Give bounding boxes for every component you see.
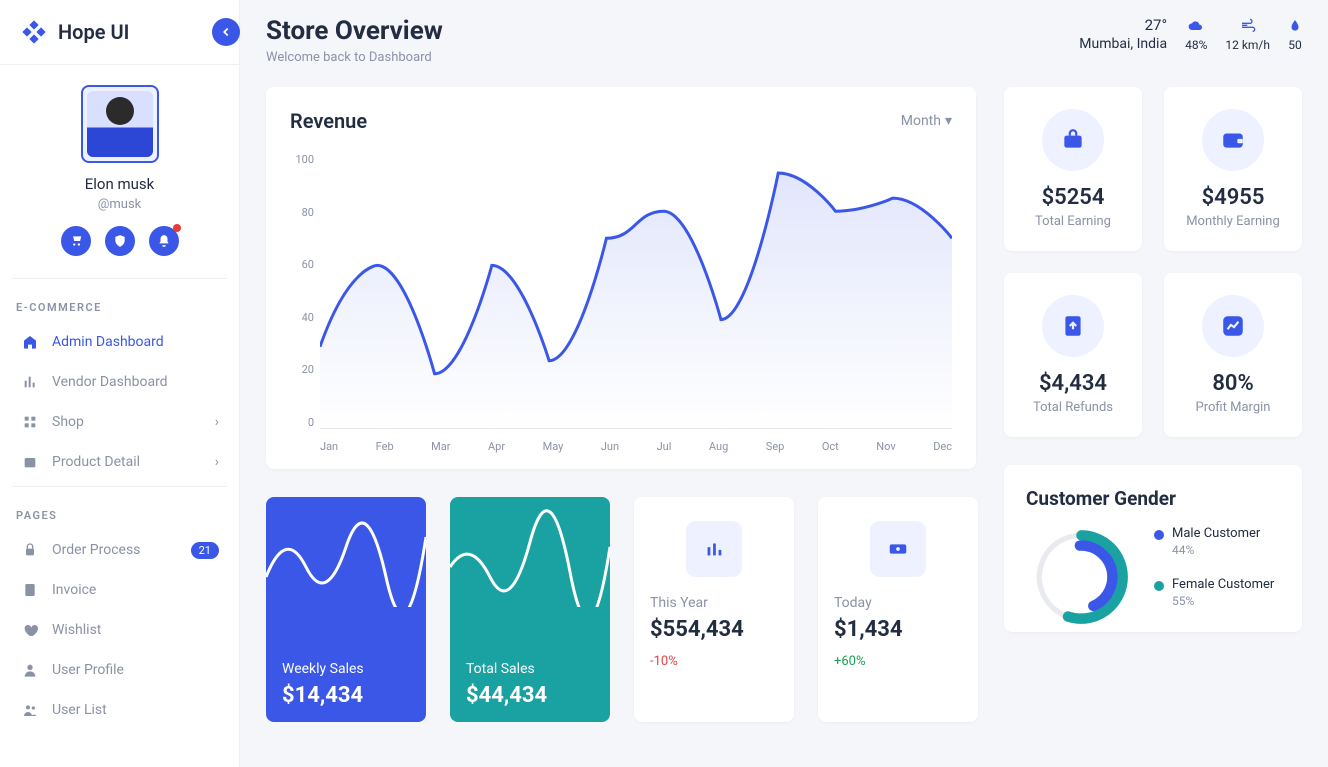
upload-icon [1042,295,1104,357]
revenue-title: Revenue [290,109,367,133]
user-icon [20,660,40,680]
heart-icon [20,620,40,640]
page-subtitle: Welcome back to Dashboard [266,50,443,65]
section-ecommerce: E-COMMERCE [0,283,239,322]
nav-ecommerce: Admin Dashboard Vendor Dashboard Shop› P… [0,322,239,482]
weather-precip: 50 [1288,38,1302,52]
nav-user-profile[interactable]: User Profile [8,650,231,690]
main-content: Store Overview Welcome back to Dashboard… [240,0,1328,767]
droplet-icon [1288,16,1302,36]
chart-icon [20,372,40,392]
home-icon [20,332,40,352]
sidebar-collapse-button[interactable] [212,18,240,46]
kpi-profit-margin: 80%Profit Margin [1164,273,1302,437]
chevron-down-icon: ▾ [945,113,952,129]
weather-humidity: 48% [1185,38,1207,52]
money-icon [870,521,926,577]
cloud-icon [1185,16,1207,36]
sidebar: Hope UI Elon musk @musk E-COMMERCE Admin… [0,0,240,767]
revenue-chart: 100 80 60 40 20 0 [290,153,952,453]
weather-wind: 12 km/h [1225,38,1270,52]
grid-icon [20,412,40,432]
revenue-period-dropdown[interactable]: Month ▾ [901,113,952,129]
nav-vendor-dashboard[interactable]: Vendor Dashboard [8,362,231,402]
weekly-sales-card: Weekly Sales$14,434 [266,497,426,722]
chevron-right-icon: › [215,414,219,430]
logo-icon [20,18,48,46]
nav-user-list[interactable]: User List [8,690,231,730]
revenue-card: Revenue Month ▾ 100 80 60 40 20 0 [266,87,976,469]
brand[interactable]: Hope UI [0,0,239,65]
today-card: Today $1,434 +60% [818,497,978,722]
this-year-card: This Year $554,434 -10% [634,497,794,722]
wind-icon [1225,16,1270,36]
file-icon [20,580,40,600]
total-sales-card: Total Sales$44,434 [450,497,610,722]
brand-name: Hope UI [58,20,129,44]
gender-donut-chart [1026,522,1136,632]
badge: 21 [191,542,219,559]
weather-widget: 27° Mumbai, India 48% 12 km/h 50 [1079,16,1302,52]
trend-icon [1202,295,1264,357]
nav-invoice[interactable]: Invoice [8,570,231,610]
legend-female: Female Customer55% [1154,577,1274,608]
bars-icon [686,521,742,577]
legend-male: Male Customer44% [1154,526,1274,557]
profile-name: Elon musk [85,175,155,193]
profile-block: Elon musk @musk [0,65,239,274]
cart-icon[interactable] [61,226,91,256]
kpi-total-earning: $5254Total Earning [1004,87,1142,251]
weather-location: Mumbai, India [1079,36,1167,52]
page-title: Store Overview [266,16,443,46]
kpi-monthly-earning: $4955Monthly Earning [1164,87,1302,251]
weather-temp: 27° [1079,16,1167,34]
lock-icon [20,540,40,560]
chevron-right-icon: › [215,454,219,470]
customer-gender-card: Customer Gender Male Customer44% Female … [1004,465,1302,632]
briefcase-icon [1042,109,1104,171]
nav-pages: Order Process21 Invoice Wishlist User Pr… [0,530,239,730]
gender-title: Customer Gender [1026,487,1280,510]
nav-product-detail[interactable]: Product Detail› [8,442,231,482]
profile-handle: @musk [98,197,142,212]
nav-shop[interactable]: Shop› [8,402,231,442]
shield-icon[interactable] [105,226,135,256]
box-icon [20,452,40,472]
avatar[interactable] [81,85,159,163]
kpi-total-refunds: $4,434Total Refunds [1004,273,1142,437]
section-pages: PAGES [0,491,239,530]
nav-order-process[interactable]: Order Process21 [8,530,231,570]
nav-wishlist[interactable]: Wishlist [8,610,231,650]
bell-icon[interactable] [149,226,179,256]
users-icon [20,700,40,720]
nav-admin-dashboard[interactable]: Admin Dashboard [8,322,231,362]
wallet-icon [1202,109,1264,171]
